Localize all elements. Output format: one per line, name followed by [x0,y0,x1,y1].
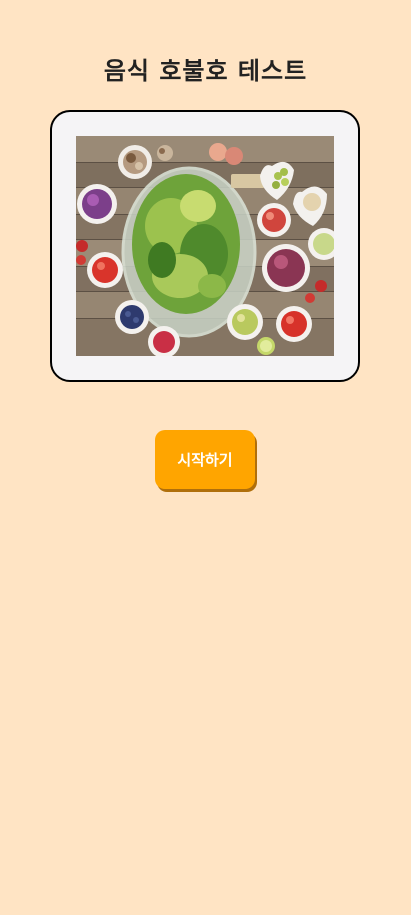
page-title: 음식 호불호 테스트 [103,57,308,85]
food-photo [76,136,334,356]
start-button[interactable]: 시작하기 [155,430,255,489]
image-frame [50,110,360,382]
